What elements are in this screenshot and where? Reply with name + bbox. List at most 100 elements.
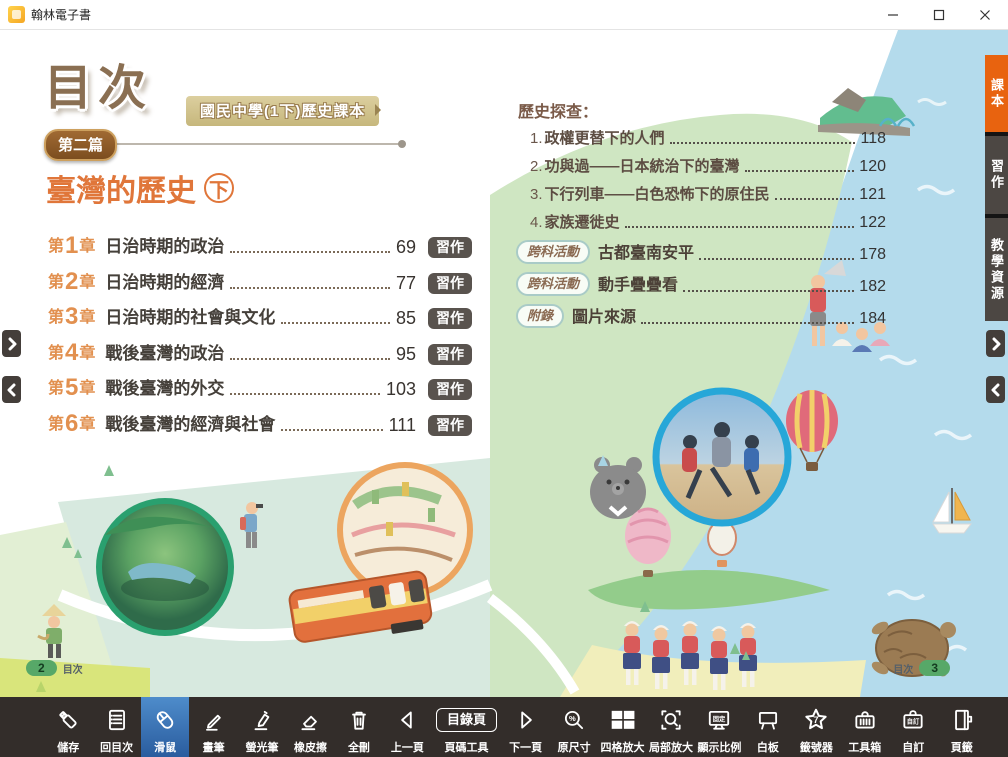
- chapter-title: 日治時期的政治: [105, 236, 224, 258]
- tab-workbook[interactable]: 習作: [985, 136, 1008, 214]
- edition-ribbon: 國民中學(1下)歷史課本: [186, 96, 379, 126]
- toolbar-item-number-picker[interactable]: 7 籤號器: [792, 697, 840, 757]
- explore-row-2[interactable]: 2. 功與過——日本統治下的臺灣 120: [530, 152, 886, 176]
- chapter-number: 第5章: [48, 376, 95, 400]
- workbook-badge[interactable]: 習作: [428, 237, 472, 258]
- activity-row-3[interactable]: 附錄 圖片來源 184: [516, 302, 886, 328]
- toolbar-item-quad-zoom[interactable]: 四格放大: [598, 697, 646, 757]
- monitor-icon: 固定: [704, 702, 734, 737]
- minimize-icon: [887, 9, 899, 21]
- explore-row-1[interactable]: 1. 政權更替下的人們 118: [530, 124, 886, 148]
- toolbar-item-custom[interactable]: 自訂 自訂: [889, 697, 937, 757]
- workbook-badge[interactable]: 習作: [428, 344, 472, 365]
- workbook-badge[interactable]: 習作: [428, 273, 472, 294]
- close-icon: [979, 9, 991, 21]
- highlighter-icon: [249, 702, 275, 737]
- chapter-row-1[interactable]: 第1章 日治時期的政治 69 習作: [48, 228, 472, 258]
- resource-tabs: 課本 習作 教學資源: [985, 55, 1008, 321]
- close-button[interactable]: [962, 0, 1008, 30]
- tab-teaching-resources[interactable]: 教學資源: [985, 218, 1008, 321]
- minimize-button[interactable]: [870, 0, 916, 30]
- toolbar-item-back-to-toc[interactable]: 回目次: [92, 697, 140, 757]
- chapter-row-5[interactable]: 第5章 戰後臺灣的外交 103 習作: [48, 370, 472, 400]
- next-page-icon: [513, 702, 539, 737]
- bear-illustration: [590, 457, 646, 519]
- dot-leader: [230, 358, 390, 360]
- toolbox-icon: [852, 702, 878, 737]
- part-title: 臺灣的歷史 下: [46, 166, 234, 210]
- chapter-number: 第1章: [48, 234, 95, 258]
- workbook-badge[interactable]: 習作: [428, 415, 472, 436]
- workbook-badge[interactable]: 習作: [428, 308, 472, 329]
- workbook-badge[interactable]: 習作: [428, 379, 472, 400]
- app-icon: [8, 6, 25, 23]
- left-edge-back-button[interactable]: [2, 376, 21, 403]
- dot-leader: [670, 142, 856, 144]
- dot-leader: [230, 251, 390, 253]
- right-edge-back-button[interactable]: [986, 376, 1005, 403]
- chapter-page: 77: [396, 273, 416, 294]
- zoom-percent-icon: %: [561, 702, 587, 737]
- chapter-row-6[interactable]: 第6章 戰後臺灣的經濟與社會 111 習作: [48, 406, 472, 436]
- chapter-title: 日治時期的經濟: [105, 272, 224, 294]
- toolbar-item-original-size[interactable]: % 原尺寸: [550, 697, 598, 757]
- right-edge-forward-button[interactable]: [986, 330, 1005, 357]
- chapter-row-2[interactable]: 第2章 日治時期的經濟 77 習作: [48, 264, 472, 294]
- chapter-row-3[interactable]: 第3章 日治時期的社會與文化 85 習作: [48, 299, 472, 329]
- eraser-icon: [297, 702, 323, 737]
- toolbar-item-whiteboard[interactable]: 白板: [744, 697, 792, 757]
- star-number-icon: 7: [802, 702, 830, 737]
- toolbar-item-page-tab[interactable]: 頁籤: [937, 697, 985, 757]
- svg-text:自訂: 自訂: [907, 716, 920, 725]
- activity-row-1[interactable]: 跨科活動 古都臺南安平 178: [516, 238, 886, 264]
- dot-leader: [281, 322, 390, 324]
- toc-page-button[interactable]: 目錄頁: [436, 708, 497, 732]
- toolbar-item-mouse[interactable]: 滑鼠: [141, 697, 189, 757]
- chapter-page: 85: [396, 308, 416, 329]
- explore-section-title: 歷史探查：: [518, 98, 598, 122]
- activity-badge: 跨科活動: [516, 272, 590, 296]
- maximize-button[interactable]: [916, 0, 962, 30]
- toolbar-item-highlighter[interactable]: 螢光筆: [238, 697, 286, 757]
- toolbar-item-pen[interactable]: 畫筆: [189, 697, 237, 757]
- toolbar-item-save[interactable]: 儲存: [44, 697, 92, 757]
- dancers-photo: [656, 391, 788, 523]
- part-badge: 第二篇: [44, 129, 117, 161]
- chevron-left-icon: [991, 383, 1001, 397]
- chapter-number: 第6章: [48, 412, 95, 436]
- explore-row-4[interactable]: 4. 家族遷徙史 122: [530, 208, 886, 232]
- dot-leader: [699, 258, 854, 260]
- toc-title: 目次: [44, 48, 152, 118]
- whiteboard-icon: [755, 702, 781, 737]
- page-number-pill: 3: [919, 660, 950, 676]
- pond-photo: [99, 501, 231, 633]
- chevron-left-icon: [7, 383, 17, 397]
- activity-row-2[interactable]: 跨科活動 動手疊疊看 182: [516, 270, 886, 296]
- toolbar-item-prev-page[interactable]: 上一頁: [383, 697, 431, 757]
- prev-page-icon: [394, 702, 420, 737]
- chapter-row-4[interactable]: 第4章 戰後臺灣的政治 95 習作: [48, 335, 472, 365]
- toolbar-item-display-ratio[interactable]: 固定 顯示比例: [695, 697, 743, 757]
- area-zoom-icon: [658, 702, 684, 737]
- chapter-title: 戰後臺灣的外交: [105, 378, 224, 400]
- toolbar-item-delete-all[interactable]: 全刪: [335, 697, 383, 757]
- app-window: 翰林電子書: [0, 0, 1008, 757]
- toolbar-item-page-tool[interactable]: 目錄頁 頁碼工具: [432, 697, 502, 757]
- svg-text:固定: 固定: [713, 713, 726, 722]
- chapter-page: 95: [396, 344, 416, 365]
- toolbar-item-eraser[interactable]: 橡皮擦: [286, 697, 334, 757]
- tab-textbook[interactable]: 課本: [985, 55, 1008, 132]
- titlebar: 翰林電子書: [0, 0, 1008, 30]
- left-edge-forward-button[interactable]: [2, 330, 21, 357]
- explore-row-3[interactable]: 3. 下行列車——白色恐怖下的原住民 121: [530, 180, 886, 204]
- activity-badge: 跨科活動: [516, 240, 590, 264]
- trash-icon: [346, 702, 372, 737]
- part-mark-circle: 下: [204, 173, 234, 203]
- dot-leader: [230, 393, 380, 395]
- toolbar-item-area-zoom[interactable]: 局部放大: [647, 697, 695, 757]
- appendix-badge: 附錄: [516, 304, 564, 328]
- toolbar-item-toolbox[interactable]: 工具箱: [841, 697, 889, 757]
- chapter-title: 戰後臺灣的經濟與社會: [105, 414, 275, 436]
- toolbar-item-next-page[interactable]: 下一頁: [501, 697, 549, 757]
- svg-text:7: 7: [814, 715, 819, 725]
